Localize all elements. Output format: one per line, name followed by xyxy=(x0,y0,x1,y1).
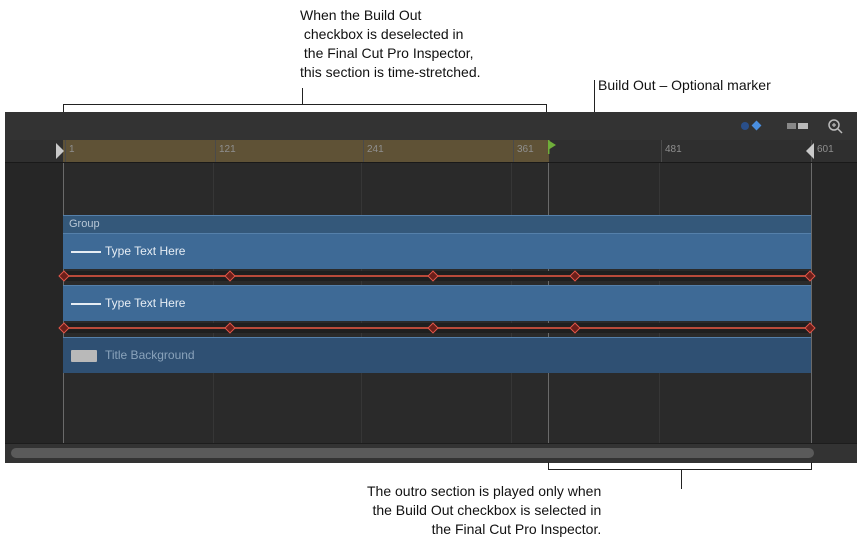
build-out-marker-icon[interactable] xyxy=(548,140,558,154)
timeline-ruler[interactable]: 1 121 241 361 481 601 xyxy=(5,140,857,163)
timeline-tracks: Group Type Text Here Type Text Here Titl… xyxy=(5,163,857,443)
bottom-bracket-right-end xyxy=(811,462,812,470)
scrollbar-thumb[interactable] xyxy=(11,448,814,458)
keyframe[interactable] xyxy=(569,270,581,282)
layer-label: Type Text Here xyxy=(105,244,186,258)
keyframe[interactable] xyxy=(224,270,236,282)
keyframe[interactable] xyxy=(224,322,236,334)
ruler-tick-label: 241 xyxy=(367,144,384,155)
play-range-end-line xyxy=(811,163,812,443)
top-bracket xyxy=(63,104,547,105)
image-thumb-icon xyxy=(71,350,97,362)
ruler-tick-label: 361 xyxy=(517,144,534,155)
layer-label: Type Text Here xyxy=(105,296,186,310)
layer-track-title-background[interactable]: Title Background xyxy=(63,337,811,373)
bottom-callout-leader xyxy=(681,469,682,489)
bottom-callout-text: The outro section is played only when th… xyxy=(367,483,602,537)
keyframe-row xyxy=(58,322,816,334)
text-line-icon xyxy=(71,251,101,253)
bottom-bracket xyxy=(548,469,811,470)
layer-label: Title Background xyxy=(105,348,195,362)
keyframe[interactable] xyxy=(427,270,439,282)
top-bracket-right-end xyxy=(546,104,547,112)
marker-callout-text: Build Out – Optional marker xyxy=(598,77,771,93)
keyframe-toggle-icon[interactable] xyxy=(735,118,765,134)
ruler-tick xyxy=(215,140,216,162)
timeline-editor: 1 121 241 361 481 601 Group Type Text He… xyxy=(5,112,857,463)
ruler-tick xyxy=(65,140,66,162)
keyframe-row xyxy=(58,270,816,282)
top-callout-leader xyxy=(302,88,303,104)
top-callout-text: When the Build Out checkbox is deselecte… xyxy=(300,7,481,80)
ruler-tick-label: 121 xyxy=(219,144,236,155)
group-label: Group xyxy=(69,218,100,230)
ruler-tick xyxy=(513,140,514,162)
ruler-tick-label: 601 xyxy=(817,144,834,155)
layer-track-type-text-1[interactable]: Type Text Here xyxy=(63,233,811,269)
ruler-tick xyxy=(661,140,662,162)
out-point-handle[interactable] xyxy=(805,142,815,160)
zoom-icon[interactable] xyxy=(825,118,845,134)
ruler-tick-label: 481 xyxy=(665,144,682,155)
top-bracket-left-end xyxy=(63,104,64,112)
ruler-tick-label: 1 xyxy=(69,144,75,155)
group-track[interactable]: Group xyxy=(63,215,811,233)
track-gutter-left xyxy=(5,163,63,443)
ruler-tick xyxy=(363,140,364,162)
audio-toggle-icon[interactable] xyxy=(785,118,811,134)
horizontal-scrollbar[interactable] xyxy=(5,443,857,463)
layer-track-type-text-2[interactable]: Type Text Here xyxy=(63,285,811,321)
text-line-icon xyxy=(71,303,101,305)
in-point-handle[interactable] xyxy=(55,142,65,160)
bottom-bracket-left-end xyxy=(548,462,549,470)
timeline-toolbar xyxy=(5,112,857,141)
play-range-highlight xyxy=(63,140,549,162)
track-gutter-right xyxy=(811,163,857,443)
keyframe[interactable] xyxy=(427,322,439,334)
keyframe[interactable] xyxy=(569,322,581,334)
